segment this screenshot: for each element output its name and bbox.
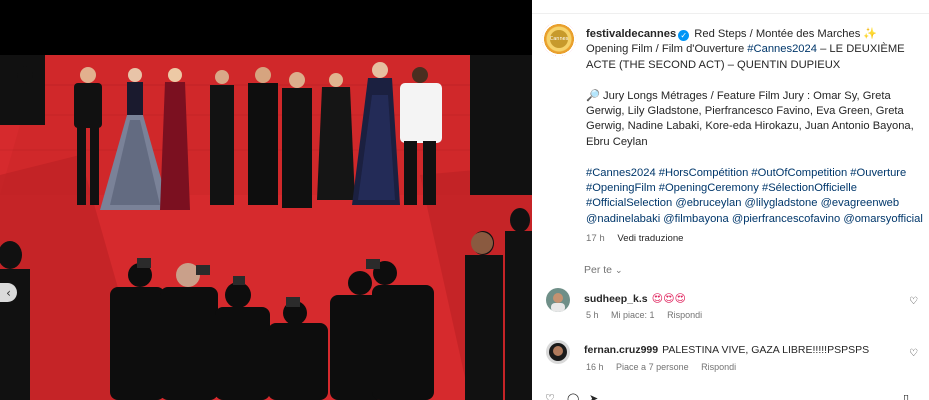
translate-link[interactable]: Vedi traduzione bbox=[617, 233, 683, 244]
jury-list: 🔎 Jury Longs Métrages / Feature Film Jur… bbox=[586, 89, 914, 148]
share-icon[interactable]: ➤ bbox=[589, 392, 598, 400]
save-icon[interactable]: ▯ bbox=[903, 392, 909, 400]
for-you-sort-toggle[interactable]: Per te ⌄ bbox=[584, 264, 622, 276]
caption-username[interactable]: festivaldecannes bbox=[586, 28, 676, 40]
comment-meta: 16 h Piace a 7 persone Rispondi bbox=[586, 362, 746, 372]
comment-meta: 5 h Mi piace: 1 Rispondi bbox=[586, 310, 712, 320]
comment-icon[interactable]: ◯ bbox=[567, 392, 579, 400]
post-photo[interactable]: ‹ bbox=[0, 55, 532, 400]
comment-time: 5 h bbox=[586, 310, 599, 320]
caption-text: festivaldecannes ✓ Red Steps / Montée des… bbox=[586, 27, 926, 227]
chevron-down-icon: ⌄ bbox=[614, 266, 623, 276]
post-media: ‹ bbox=[0, 0, 532, 400]
comment-text: 😍😍😍 bbox=[651, 292, 687, 305]
panel-top-divider bbox=[532, 0, 929, 14]
heart-icon[interactable]: ♡ bbox=[909, 296, 918, 307]
post-meta: 17 h Vedi traduzione bbox=[586, 233, 684, 244]
comment-item: fernan.cruz999 PALESTINA VIVE, GAZA LIBRE… bbox=[546, 340, 926, 380]
account-avatar[interactable]: Cannes bbox=[542, 22, 576, 56]
reply-button[interactable]: Rispondi bbox=[701, 362, 736, 372]
for-you-label: Per te bbox=[584, 264, 613, 276]
post-time: 17 h bbox=[586, 233, 605, 244]
chevron-left-icon: ‹ bbox=[6, 285, 11, 300]
hashtags-and-mentions[interactable]: #Cannes2024 #HorsCompétition #OutOfCompe… bbox=[586, 166, 926, 228]
post-action-bar: ♡ ◯ ➤ ▯ bbox=[545, 392, 929, 400]
commenter-avatar[interactable] bbox=[546, 340, 570, 364]
cannes-logo-icon: Cannes bbox=[550, 30, 568, 48]
caption-line-1: Red Steps / Montée des Marches ✨ bbox=[691, 28, 878, 40]
comment-username[interactable]: fernan.cruz999 bbox=[584, 344, 658, 356]
comment-item: sudheep_k.s 😍😍😍 5 h Mi piace: 1 Rispondi … bbox=[546, 288, 926, 328]
hashtag-link[interactable]: #Cannes2024 bbox=[747, 43, 817, 55]
comment-body: sudheep_k.s 😍😍😍 bbox=[584, 292, 686, 305]
red-carpet-photo bbox=[0, 55, 532, 400]
comment-text: PALESTINA VIVE, GAZA LIBRE!!!!!PSPSPS bbox=[662, 344, 870, 356]
verified-badge-icon: ✓ bbox=[678, 30, 690, 41]
caption-line-2: Opening Film / Film d'Ouverture #Cannes2… bbox=[586, 43, 905, 71]
avatar-text: Cannes bbox=[549, 36, 569, 42]
comment-likes[interactable]: Piace a 7 persone bbox=[616, 362, 689, 372]
reply-button[interactable]: Rispondi bbox=[667, 310, 702, 320]
comment-time: 16 h bbox=[586, 362, 604, 372]
comment-likes[interactable]: Mi piace: 1 bbox=[611, 310, 655, 320]
like-icon[interactable]: ♡ bbox=[545, 392, 555, 400]
commenter-avatar[interactable] bbox=[546, 288, 570, 312]
heart-icon[interactable]: ♡ bbox=[909, 348, 918, 359]
comment-username[interactable]: sudheep_k.s bbox=[584, 293, 648, 305]
comment-body: fernan.cruz999 PALESTINA VIVE, GAZA LIBRE… bbox=[584, 344, 869, 356]
